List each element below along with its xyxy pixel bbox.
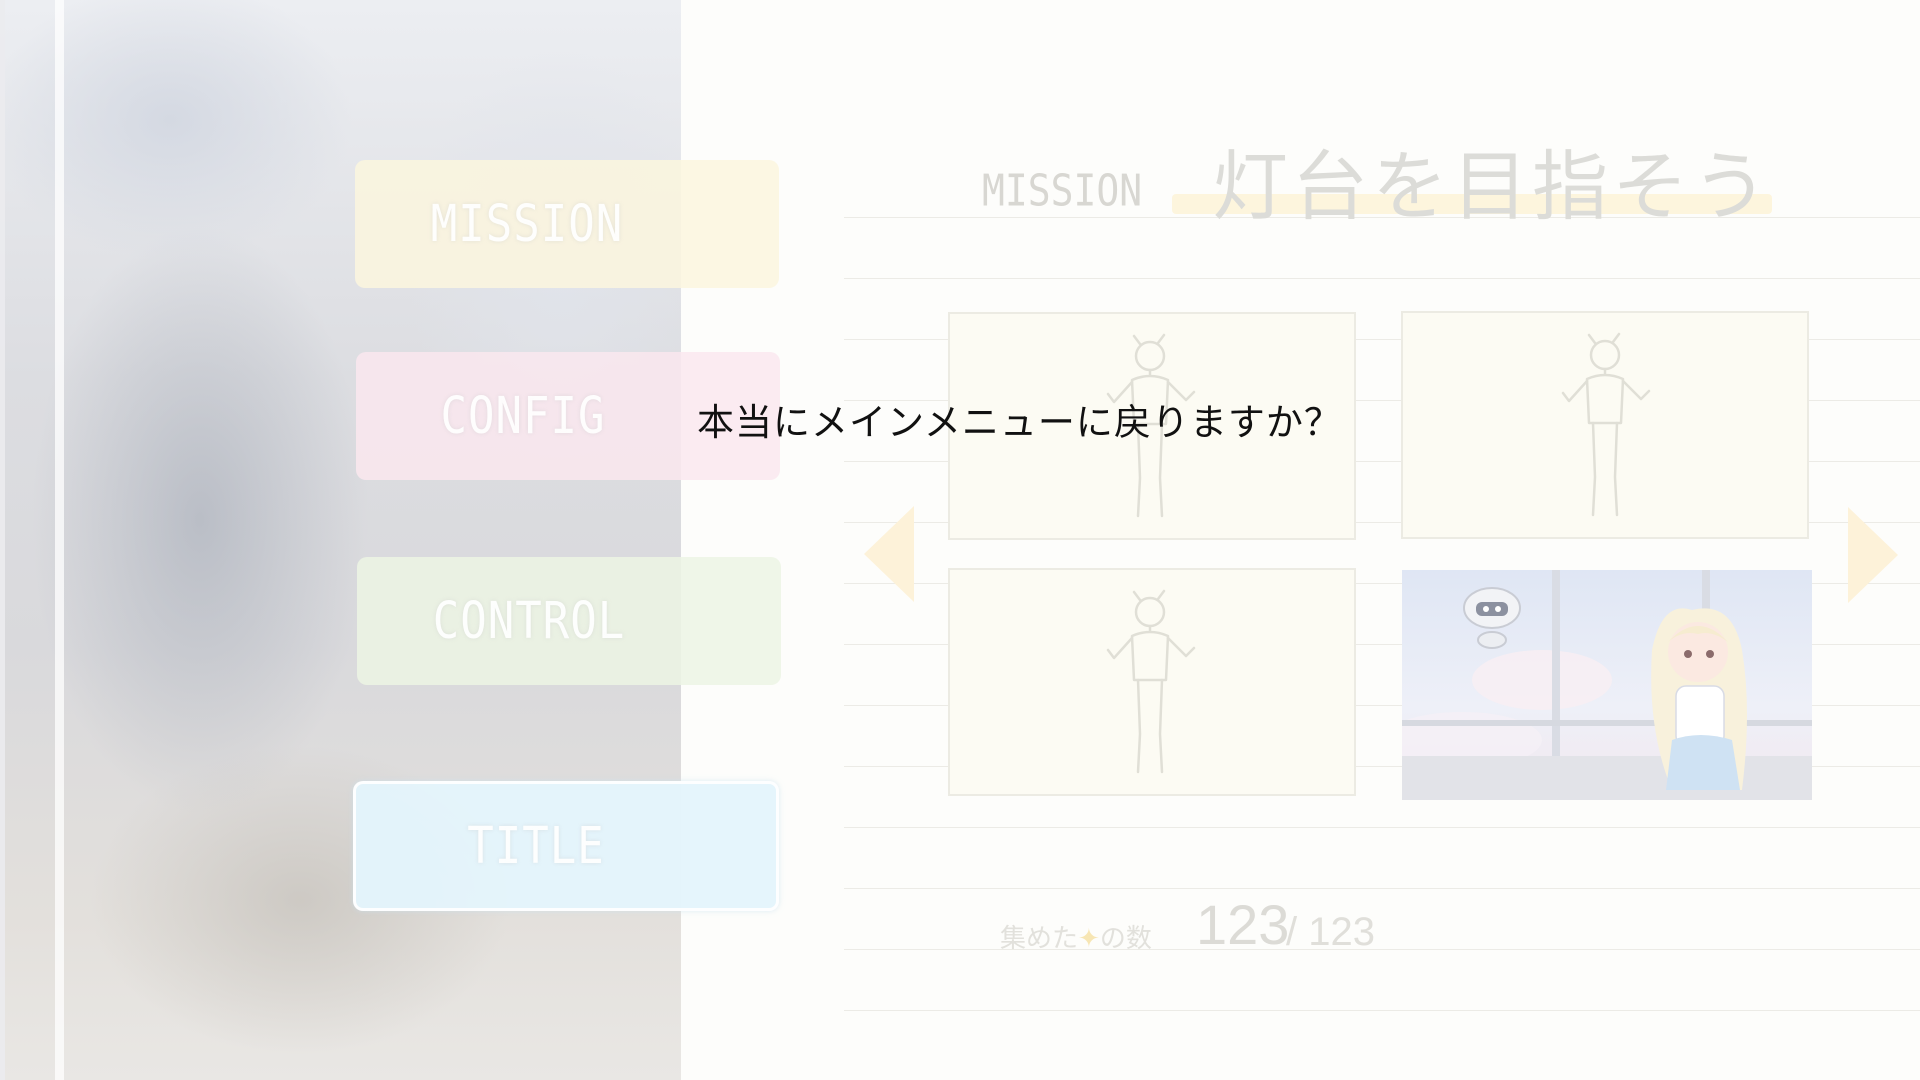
collection-label-after: の数 xyxy=(1099,924,1152,954)
star-icon: ✦ xyxy=(1078,924,1100,954)
mission-title: 灯台を目指そう xyxy=(1212,142,1772,231)
control-button-label: CONTROL xyxy=(432,591,626,651)
mission-button-label: MISSION xyxy=(430,194,624,254)
character-silhouette-icon xyxy=(1561,332,1651,517)
collection-count-value: 123 xyxy=(1196,893,1290,956)
ruled-line xyxy=(844,278,1920,279)
collection-count-label: 集めた✦の数 xyxy=(1000,918,1152,955)
mission-label: MISSION xyxy=(982,165,1143,216)
ruled-line xyxy=(844,827,1920,828)
ruled-line xyxy=(844,1010,1920,1011)
title-button[interactable]: TITLE xyxy=(353,781,779,911)
collection-label-before: 集めた xyxy=(1000,924,1079,954)
control-button[interactable]: CONTROL xyxy=(357,557,781,685)
arrow-left-icon[interactable] xyxy=(864,506,914,602)
ruled-line xyxy=(844,888,1920,889)
mission-button[interactable]: MISSION xyxy=(355,160,779,288)
gallery-thumbnail-locked[interactable] xyxy=(948,568,1356,796)
collection-count-total: / 123 xyxy=(1286,910,1375,954)
config-button-label: CONFIG xyxy=(440,386,606,446)
gallery-thumbnail-locked[interactable] xyxy=(1401,311,1809,539)
title-button-label: TITLE xyxy=(467,816,605,876)
background-stripe xyxy=(55,0,64,1080)
return-to-menu-confirm-message: 本当にメインメニューに戻りますか？ xyxy=(697,401,1342,444)
arrow-right-icon[interactable] xyxy=(1848,507,1898,603)
character-silhouette-icon xyxy=(1106,589,1196,774)
gallery-thumbnail-unlocked[interactable] xyxy=(1402,570,1812,800)
character-illustration xyxy=(1402,570,1812,800)
background-stripe xyxy=(0,0,5,1080)
